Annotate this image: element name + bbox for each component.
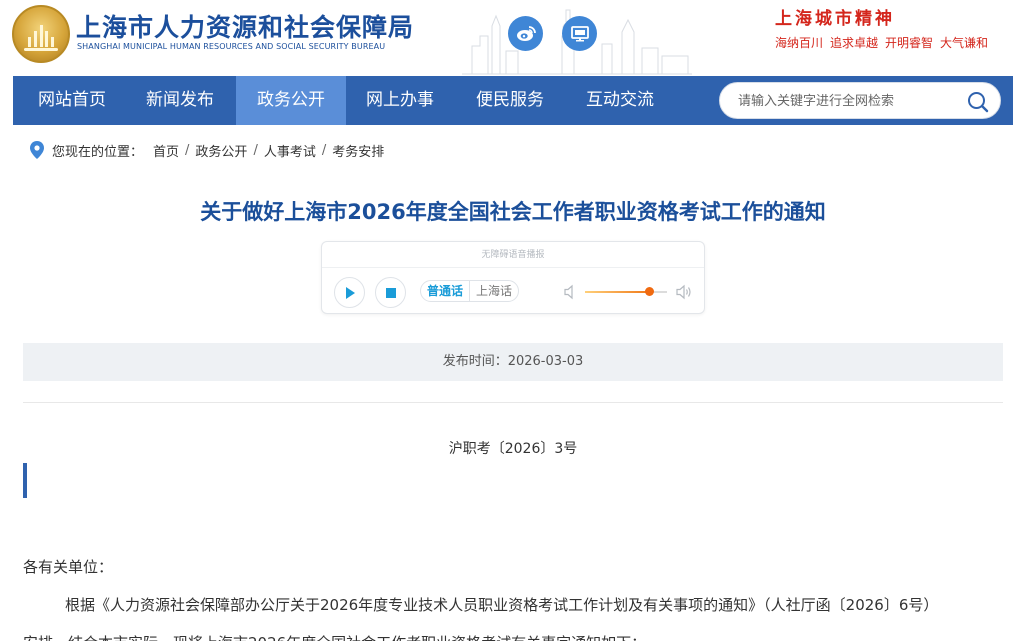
monitor-icon	[570, 25, 589, 41]
volume-slider-knob[interactable]	[644, 287, 654, 296]
search-input[interactable]	[738, 91, 958, 111]
breadcrumb-item-government-affairs[interactable]: 政务公开	[195, 141, 247, 160]
volume-slider[interactable]	[585, 287, 667, 296]
breadcrumb-item-home[interactable]: 首页	[153, 141, 179, 160]
salutation: 各有关单位：	[23, 558, 114, 576]
location-pin-icon	[30, 141, 44, 159]
breadcrumb: 您现在的位置： 首页 / 政务公开 / 人事考试 / 考务安排	[30, 140, 384, 160]
search-icon[interactable]	[967, 91, 989, 113]
city-spirit-items: 海纳百川 追求卓越 开明睿智 大气谦和	[775, 34, 988, 51]
city-spirit-title: 上海城市精神	[775, 9, 895, 29]
breadcrumb-separator: /	[185, 142, 190, 158]
language-toggle: 普通话 上海话	[420, 280, 520, 302]
audio-player: 无障碍语音播报 普通话 上海话	[321, 241, 705, 314]
site-subtitle: SHANGHAI MUNICIPAL HUMAN RESOURCES AND S…	[77, 42, 386, 51]
play-button[interactable]	[334, 277, 365, 308]
desktop-button[interactable]	[562, 16, 597, 51]
nav-item-home[interactable]: 网站首页	[23, 76, 121, 125]
publish-time: 发布时间：2026-03-03	[23, 343, 1003, 381]
breadcrumb-label: 您现在的位置：	[52, 144, 144, 160]
nav-item-public-services[interactable]: 便民服务	[461, 76, 559, 125]
play-icon	[345, 286, 355, 299]
city-spirit-item: 追求卓越	[830, 36, 879, 50]
audio-player-title: 无障碍语音播报	[322, 242, 704, 268]
paragraph-line: 安排，结合本市实际，现将上海市2026年度全国社会工作者职业资格考试有关事宜通知…	[23, 624, 1003, 641]
volume-high-icon[interactable]	[676, 284, 692, 300]
stop-button[interactable]	[375, 277, 406, 308]
nav-item-news[interactable]: 新闻发布	[131, 76, 229, 125]
divider	[23, 402, 1003, 403]
volume-low-icon[interactable]	[563, 284, 579, 300]
breadcrumb-item-exam-arrangements[interactable]: 考务安排	[332, 141, 384, 160]
breadcrumb-separator: /	[253, 142, 258, 158]
article-body: 各有关单位： 根据《人力资源社会保障部办公厅关于2026年度专业技术人员职业资格…	[23, 548, 1003, 641]
weibo-button[interactable]	[508, 16, 543, 51]
nav-item-online-services[interactable]: 网上办事	[351, 76, 449, 125]
breadcrumb-item-personnel-exams[interactable]: 人事考试	[264, 141, 316, 160]
volume-slider-fill	[585, 291, 649, 293]
lang-mandarin-button[interactable]: 普通话	[421, 281, 471, 301]
document-number: 沪职考〔2026〕3号	[448, 441, 578, 457]
site-title[interactable]: 上海市人力资源和社会保障局	[76, 8, 414, 44]
paragraph-line: 根据《人力资源社会保障部办公厅关于2026年度专业技术人员职业资格考试工作计划及…	[65, 596, 939, 614]
city-spirit-item: 海纳百川	[775, 36, 824, 50]
section-accent-bar	[23, 463, 27, 498]
weibo-icon	[516, 26, 536, 41]
city-spirit-item: 开明睿智	[885, 36, 934, 50]
bureau-logo-icon[interactable]	[12, 5, 70, 63]
stop-icon	[385, 287, 396, 298]
site-header: 上海市人力资源和社会保障局 SHANGHAI MUNICIPAL HUMAN R…	[0, 0, 1026, 76]
main-nav: 网站首页 新闻发布 政务公开 网上办事 便民服务 互动交流	[13, 76, 1013, 125]
nav-item-government-affairs[interactable]: 政务公开	[236, 76, 346, 125]
nav-item-interaction[interactable]: 互动交流	[571, 76, 669, 125]
article-title: 关于做好上海市2026年度全国社会工作者职业资格考试工作的通知	[200, 200, 826, 224]
city-spirit-item: 大气谦和	[940, 36, 989, 50]
lang-shanghainese-button[interactable]: 上海话	[470, 281, 518, 301]
breadcrumb-separator: /	[321, 142, 327, 158]
search-box	[719, 82, 1001, 119]
